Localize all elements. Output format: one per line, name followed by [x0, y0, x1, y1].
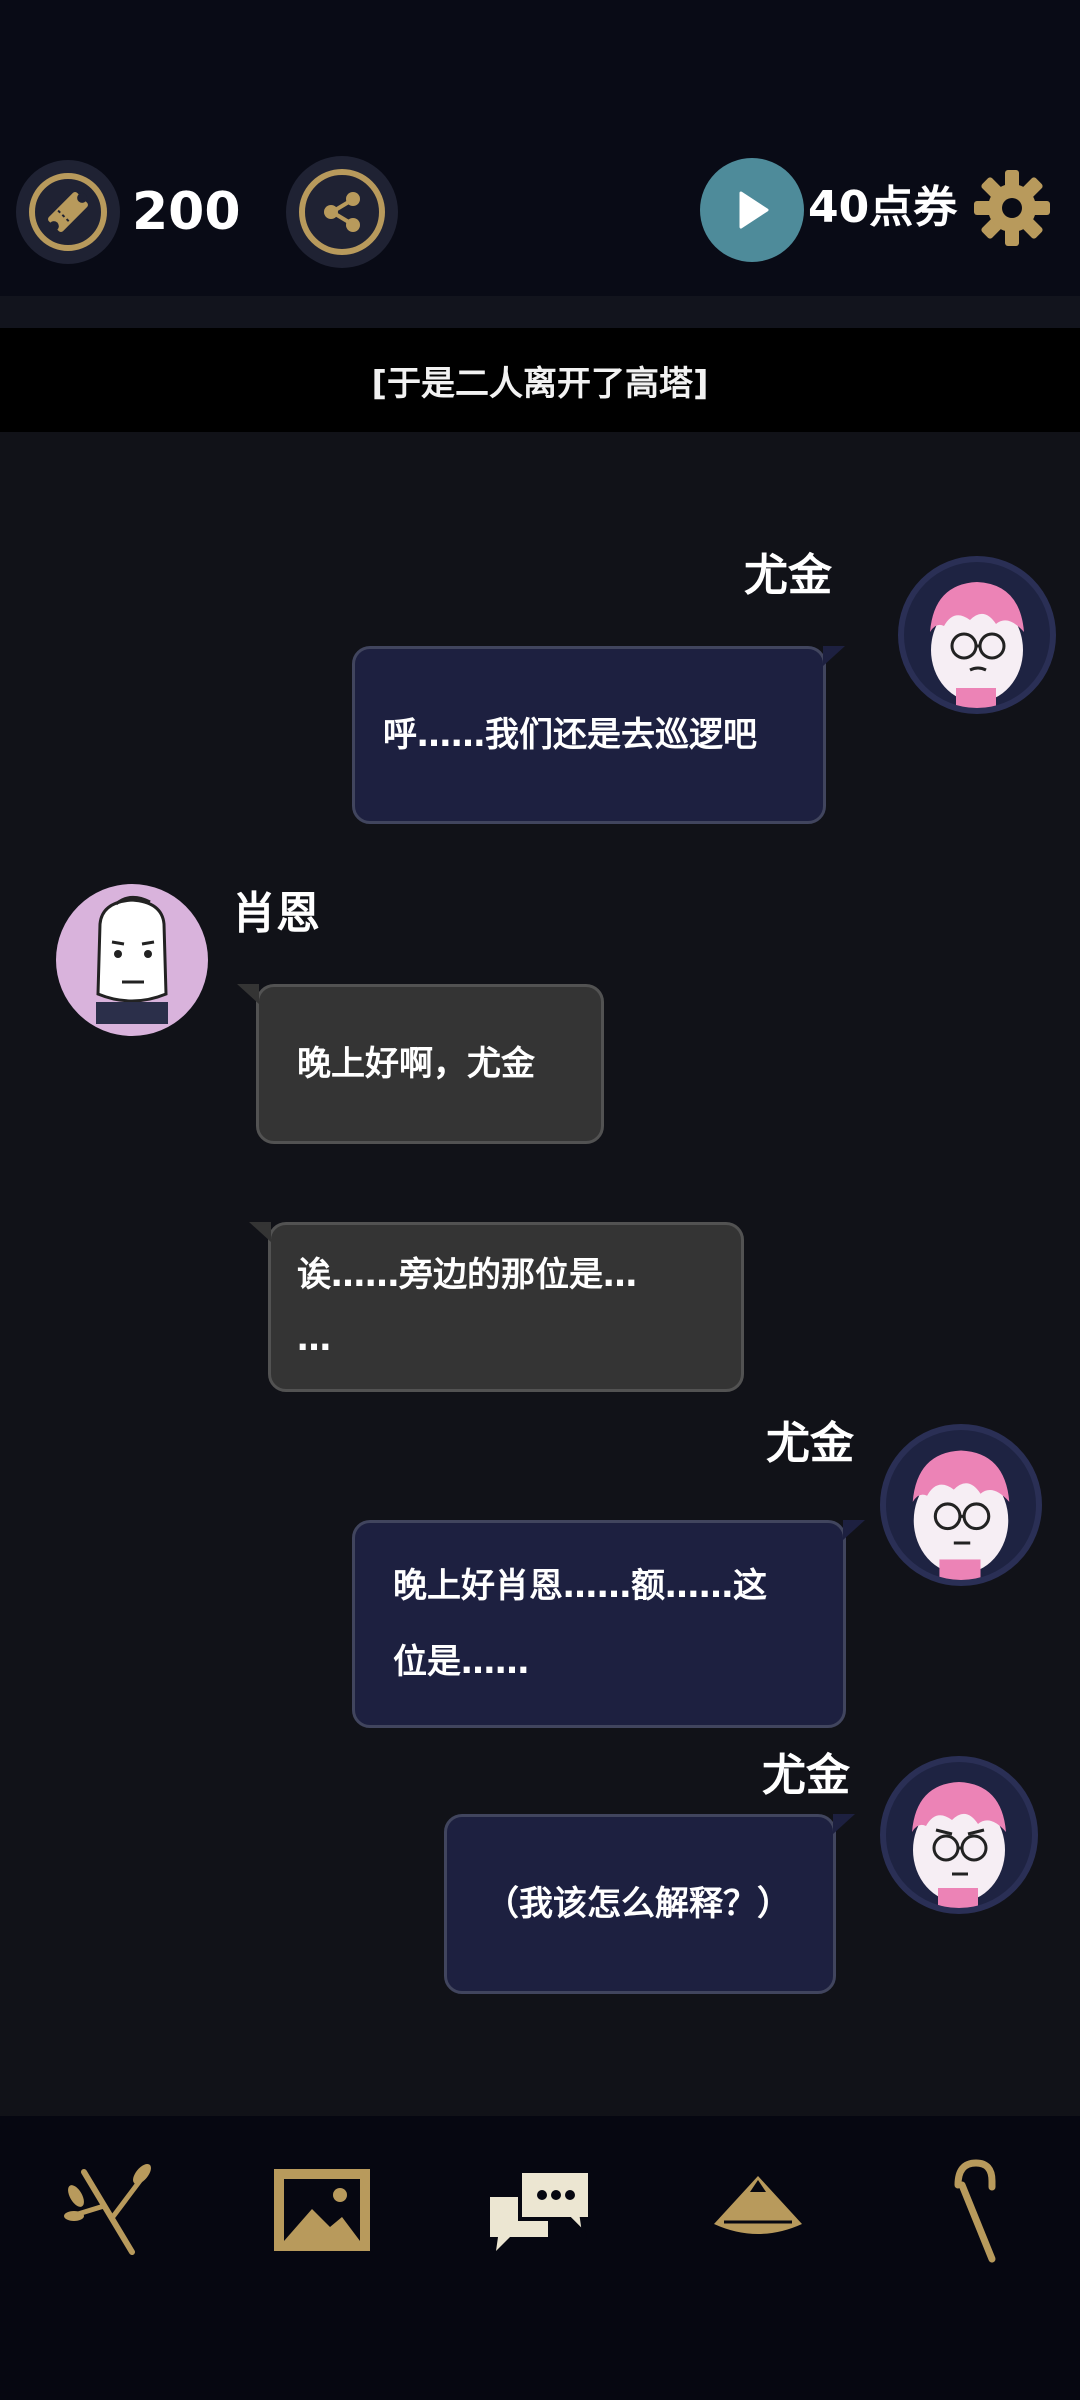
nav-chat[interactable]: [480, 2150, 600, 2270]
bubble-tail: [843, 1520, 865, 1540]
nav-hat[interactable]: [698, 2150, 818, 2270]
speaker-name: 尤金: [744, 550, 832, 601]
chat-line: 晚上好肖恩……额……这: [393, 1566, 767, 1606]
chat-line: 呼……我们还是去巡逻吧: [383, 715, 757, 755]
speaker-name: 尤金: [762, 1750, 850, 1801]
avatar-shawn[interactable]: [56, 884, 208, 1036]
bubble-tail: [249, 1222, 271, 1242]
chat-line: …: [297, 1319, 331, 1359]
ticket-icon: [29, 173, 107, 251]
nav-branch[interactable]: [46, 2150, 166, 2270]
speaker-name: 尤金: [766, 1418, 854, 1469]
share-button[interactable]: [286, 156, 398, 268]
ticket-button[interactable]: [16, 160, 120, 264]
top-bar-divider: [0, 296, 1080, 328]
chat-line: 晚上好啊，尤金: [297, 1044, 535, 1084]
chat-line: 位是……: [393, 1642, 529, 1682]
narration-bar: [于是二人离开了高塔]: [0, 328, 1080, 432]
bubble-tail: [237, 984, 259, 1004]
avatar-eugene[interactable]: [880, 1424, 1042, 1586]
chat-icon: [490, 2169, 592, 2251]
chat-line: （我该怎么解释？）: [485, 1884, 791, 1924]
hat-icon: [714, 2176, 802, 2234]
points-label: 40点券: [808, 182, 958, 233]
play-button[interactable]: [700, 158, 804, 262]
settings-button[interactable]: [972, 168, 1052, 248]
nav-cane[interactable]: [916, 2150, 1036, 2270]
chat-line: 诶……旁边的那位是…: [297, 1255, 637, 1295]
ticket-count: 200: [132, 182, 241, 242]
cane-icon: [954, 2159, 996, 2263]
share-icon: [299, 169, 385, 255]
chat-bubble: 呼……我们还是去巡逻吧: [352, 646, 845, 824]
chat-bubble: 晚上好啊，尤金: [237, 984, 604, 1144]
bubble-tail: [823, 646, 845, 666]
story-chat-screen: 200 40点券 [于是二人离开了高塔] 尤金 呼……我们还是去巡逻吧 肖恩 晚…: [0, 0, 1080, 2400]
gear-icon: [974, 170, 1050, 246]
gallery-icon: [274, 2169, 370, 2251]
nav-gallery[interactable]: [262, 2150, 382, 2270]
chat-bubble: 晚上好肖恩……额……这 位是……: [352, 1520, 865, 1728]
top-bar: [0, 0, 1080, 296]
branch-icon: [64, 2164, 151, 2255]
play-icon: [739, 191, 769, 229]
avatar-eugene[interactable]: [880, 1756, 1038, 1914]
chat-bubble: （我该怎么解释？）: [444, 1814, 855, 1994]
chat-bubble: 诶……旁边的那位是… …: [249, 1222, 744, 1392]
bubble-tail: [833, 1814, 855, 1834]
avatar-eugene[interactable]: [898, 556, 1056, 714]
speaker-name: 肖恩: [232, 888, 320, 939]
